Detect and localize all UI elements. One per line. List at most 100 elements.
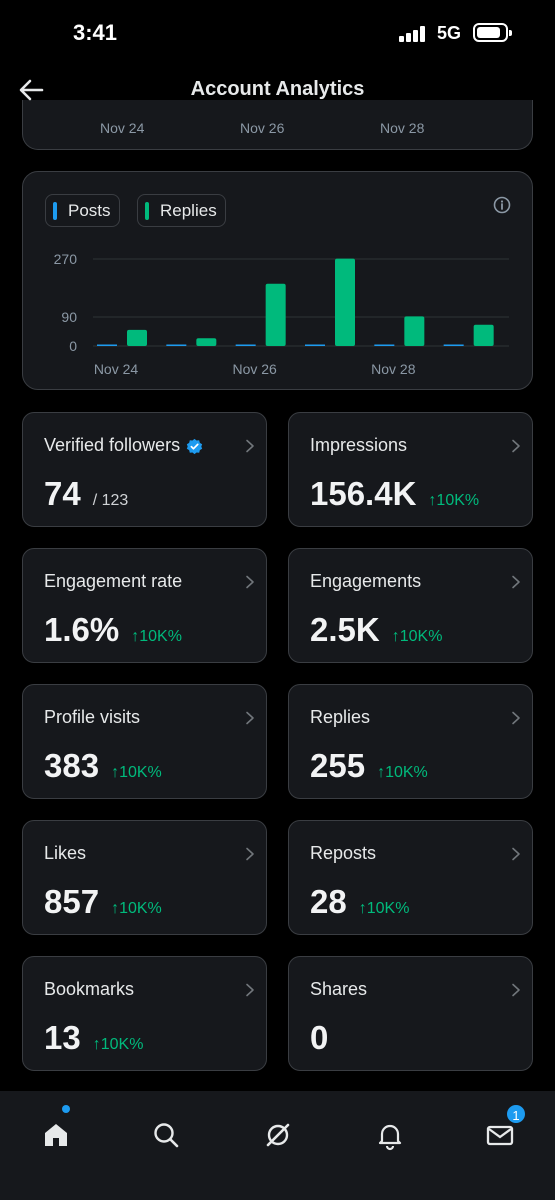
network-type: 5G: [437, 23, 462, 43]
metric-row: 13 ↑10K%: [44, 1019, 143, 1057]
x-tick-label: Nov 24: [94, 361, 139, 377]
metric-label: Verified followers: [44, 435, 203, 456]
metric-value: 857: [44, 883, 100, 920]
messages-badge: 1: [505, 1103, 527, 1125]
signal-icon: [399, 26, 429, 42]
metric-change: ↑10K%: [111, 764, 162, 781]
metric-value: 1.6%: [44, 611, 120, 648]
bar-posts: [97, 344, 117, 346]
metric-row: 255 ↑10K%: [310, 747, 428, 785]
metric-card[interactable]: Likes 857 ↑10K%: [22, 820, 267, 935]
bar-chart: 0 90 270 Nov 24 Nov 26 Nov 28: [54, 251, 509, 377]
legend-replies[interactable]: Replies: [137, 194, 226, 227]
chevron-right-icon: [246, 847, 254, 861]
chevron-right-icon: [246, 575, 254, 589]
bar-replies: [127, 329, 147, 346]
metric-value: 383: [44, 747, 100, 784]
bottom-tab-bar: [0, 1091, 555, 1200]
metric-change: ↑10K%: [391, 628, 443, 645]
bar-replies: [265, 283, 286, 346]
chevron-right-icon: [512, 439, 520, 453]
x-tick-label: Nov 28: [380, 120, 425, 136]
metric-label: Engagement rate: [44, 571, 183, 591]
tab-notifications[interactable]: [368, 1113, 412, 1157]
y-tick-label: 0: [69, 338, 77, 354]
metric-label: Profile visits: [44, 707, 141, 727]
metric-label: Replies: [310, 707, 371, 727]
chevron-right-icon: [512, 575, 520, 589]
x-tick-label: Nov 26: [232, 361, 277, 377]
notification-dot: [62, 1105, 70, 1113]
posts-replies-chart-card: Posts Replies 0 90 270 Nov 24 Nov 26 Nov 28: [22, 171, 533, 390]
y-tick-label: 270: [54, 251, 78, 267]
x-tick-label: Nov 26: [240, 120, 285, 136]
metric-label: Shares: [310, 979, 368, 999]
metric-card[interactable]: Reposts 28 ↑10K%: [288, 820, 533, 935]
metric-card[interactable]: Bookmarks 13 ↑10K%: [22, 956, 267, 1071]
chevron-right-icon: [246, 983, 254, 997]
metric-value: 13: [44, 1019, 81, 1056]
status-bar: 3:41 5G: [0, 0, 555, 64]
metric-value: 0: [310, 1019, 329, 1056]
metric-row: 857 ↑10K%: [44, 883, 162, 921]
metric-change: ↑10K%: [358, 900, 410, 917]
metric-total: / 123: [92, 492, 129, 509]
bar-posts: [443, 344, 464, 346]
metric-row: 28 ↑10K%: [310, 883, 409, 921]
legend-swatch: [145, 202, 149, 220]
search-icon: [154, 1123, 179, 1148]
tab-search[interactable]: [144, 1113, 188, 1157]
metric-row: 383 ↑10K%: [44, 747, 162, 785]
chevron-right-icon: [246, 439, 254, 453]
metric-value: 2.5K: [310, 611, 380, 648]
page-title: Account Analytics: [190, 78, 365, 100]
bar-posts: [235, 344, 256, 346]
chevron-right-icon: [512, 847, 520, 861]
metric-card[interactable]: Shares 0: [288, 956, 533, 1071]
verified-badge-icon: [186, 438, 203, 454]
legend-posts[interactable]: Posts: [45, 194, 120, 227]
metric-label: Engagements: [310, 571, 422, 591]
metric-change: ↑10K%: [377, 764, 428, 781]
metric-card[interactable]: Impressions 156.4K ↑10K%: [288, 412, 533, 527]
metric-card[interactable]: Engagement rate 1.6% ↑10K%: [22, 548, 267, 663]
tab-grok[interactable]: [256, 1113, 300, 1157]
info-icon[interactable]: [492, 195, 512, 215]
battery-icon: [473, 23, 512, 42]
metric-row: 2.5K ↑10K%: [310, 611, 442, 649]
bar-posts: [166, 344, 187, 346]
nav-header: Account Analytics: [0, 64, 555, 116]
bar-posts: [305, 344, 325, 346]
chevron-right-icon: [246, 711, 254, 725]
bar-replies: [473, 324, 494, 346]
metric-card[interactable]: Replies 255 ↑10K%: [288, 684, 533, 799]
x-tick-label: Nov 24: [100, 120, 145, 136]
status-time: 3:41: [73, 20, 118, 45]
metric-card[interactable]: Engagements 2.5K ↑10K%: [288, 548, 533, 663]
metric-value: 255: [310, 747, 366, 784]
bar-replies: [335, 258, 355, 346]
metric-label: Reposts: [310, 843, 377, 863]
metric-value: 74: [44, 475, 81, 512]
metric-change: ↑10K%: [428, 492, 480, 509]
bar-replies: [404, 316, 425, 346]
metric-change: ↑10K%: [111, 900, 162, 917]
bell-icon: [378, 1124, 402, 1151]
metric-label: Impressions: [310, 435, 408, 455]
legend-label: Replies: [160, 201, 217, 220]
grok-icon: [266, 1123, 290, 1147]
metric-card[interactable]: Verified followers 74 / 123: [22, 412, 267, 527]
tab-home[interactable]: [34, 1113, 78, 1157]
metric-card[interactable]: Profile visits 383 ↑10K%: [22, 684, 267, 799]
chevron-right-icon: [512, 983, 520, 997]
metric-row: 1.6% ↑10K%: [44, 611, 182, 649]
metric-row: 74 / 123: [44, 475, 128, 513]
legend-swatch: [53, 202, 57, 220]
metric-label: Bookmarks: [44, 979, 135, 999]
metric-value: 28: [310, 883, 347, 920]
home-icon: [45, 1124, 67, 1146]
metric-change: ↑10K%: [131, 628, 182, 645]
bar-posts: [374, 344, 395, 346]
bar-replies: [196, 338, 217, 346]
metric-row: 156.4K ↑10K%: [310, 475, 479, 513]
